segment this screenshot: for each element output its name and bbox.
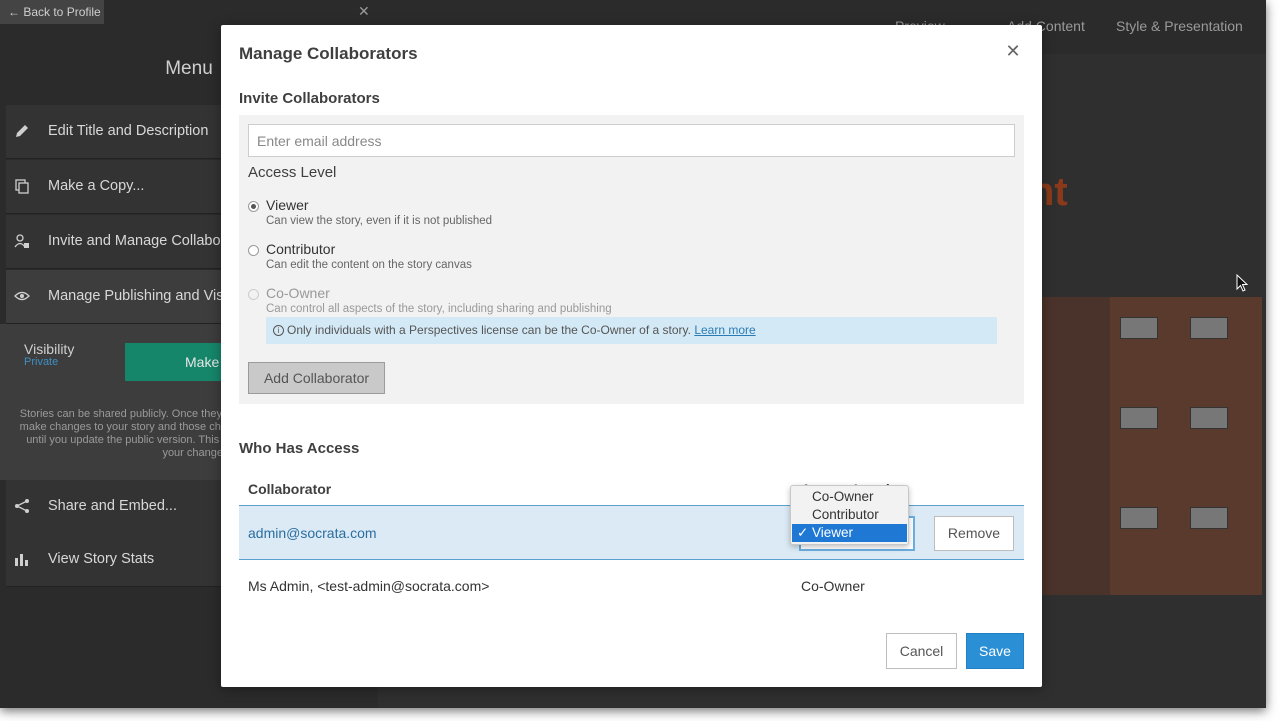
story-image (1040, 297, 1262, 595)
dropdown-option-label: Contributor (812, 507, 879, 522)
visibility-label: Visibility (24, 341, 75, 357)
copy-icon (15, 179, 29, 194)
who-has-access-heading: Who Has Access (239, 440, 360, 457)
remove-button[interactable]: Remove (934, 516, 1014, 551)
info-icon: i (273, 325, 284, 336)
radio-description: Can edit the content on the story canvas (266, 259, 472, 271)
bar-chart-icon (15, 554, 28, 566)
close-icon[interactable]: ✕ (1004, 42, 1022, 60)
user-lock-icon (14, 234, 29, 248)
radio-description: Can control all aspects of the story, in… (266, 303, 612, 315)
learn-more-link[interactable]: Learn more (694, 323, 755, 337)
dropdown-option-label: Viewer (812, 525, 854, 540)
dropdown-option-contributor[interactable]: Contributor (792, 506, 907, 524)
invite-panel: Access Level Viewer Can view the story, … (239, 115, 1024, 404)
style-presentation-link[interactable]: Style & Presentation (1116, 18, 1243, 34)
menu-item-label: Share and Embed... (48, 498, 177, 514)
collaborator-email: admin@socrata.com (248, 525, 377, 541)
manage-collaborators-dialog: Manage Collaborators ✕ Invite Collaborat… (221, 25, 1042, 687)
access-level-value: Co-Owner (801, 578, 865, 594)
cancel-button[interactable]: Cancel (886, 633, 957, 669)
radio-title: Viewer (266, 197, 309, 213)
radio-button (248, 289, 259, 300)
collaborator-name: Ms Admin, <test-admin@socrata.com> (248, 578, 490, 594)
checkmark-icon: ✓ (797, 525, 809, 540)
add-collaborator-button[interactable]: Add Collaborator (248, 362, 385, 394)
app-window: ← Back to Profile ✕ Menu Edit Title and … (0, 0, 1266, 708)
dialog-title: Manage Collaborators (239, 44, 418, 63)
info-text: Only individuals with a Perspectives lic… (287, 317, 756, 344)
radio-description: Can view the story, even if it is not pu… (266, 215, 493, 227)
radio-title: Contributor (266, 241, 336, 257)
email-input[interactable] (248, 124, 1015, 157)
access-level-dropdown: Co-Owner Contributor ✓ Viewer (790, 485, 909, 545)
column-header-collaborator: Collaborator (248, 481, 332, 497)
sidebar-close-icon[interactable]: ✕ (358, 3, 370, 20)
menu-item-label: View Story Stats (48, 551, 155, 567)
pencil-icon (16, 125, 28, 137)
access-level-heading: Access Level (248, 164, 337, 181)
dropdown-option-viewer[interactable]: ✓ Viewer (792, 524, 907, 542)
back-to-profile-link[interactable]: ← Back to Profile (0, 0, 104, 24)
table-row: Ms Admin, <test-admin@socrata.com> Co-Ow… (239, 560, 1024, 610)
back-bar: ← Back to Profile ✕ (0, 0, 378, 24)
radio-button[interactable] (248, 245, 259, 256)
mouse-cursor-icon (1236, 274, 1249, 292)
invite-heading: Invite Collaborators (239, 90, 380, 107)
info-message: Only individuals with a Perspectives lic… (287, 323, 691, 337)
save-button[interactable]: Save (966, 633, 1024, 669)
eye-icon (14, 291, 30, 301)
info-notice: i Only individuals with a Perspectives l… (266, 317, 997, 344)
dropdown-option-label: Co-Owner (812, 489, 874, 504)
menu-item-label: Make a Copy... (48, 178, 145, 194)
radio-button[interactable] (248, 201, 259, 212)
menu-item-label: Edit Title and Description (48, 123, 209, 139)
visibility-status: Private (24, 356, 59, 368)
radio-title: Co-Owner (266, 285, 330, 301)
share-icon (15, 499, 29, 513)
dropdown-option-co-owner[interactable]: Co-Owner (792, 488, 907, 506)
